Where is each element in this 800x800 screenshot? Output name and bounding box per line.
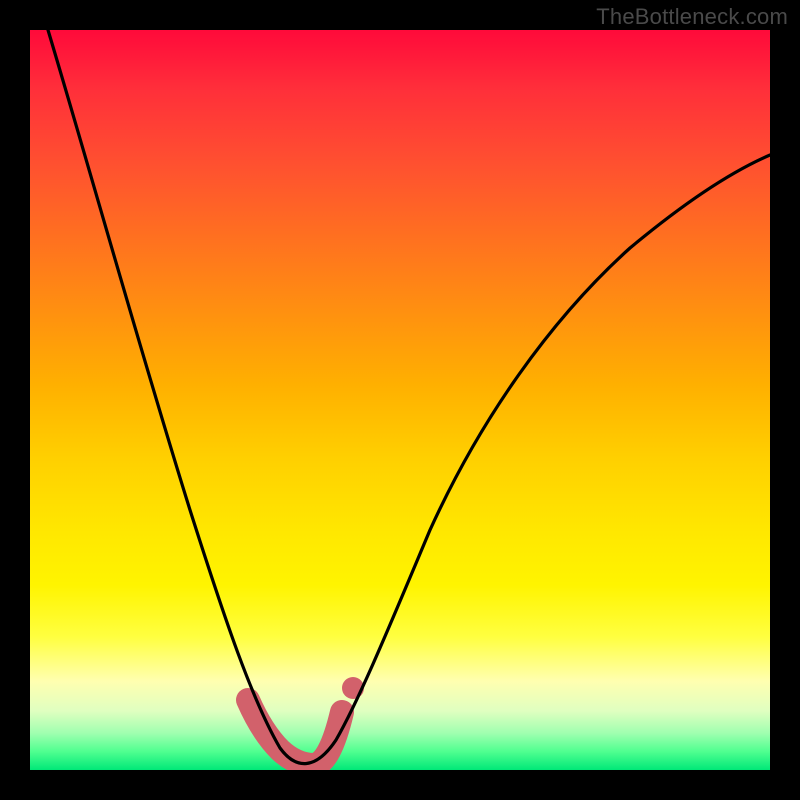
- chart-frame: TheBottleneck.com: [0, 0, 800, 800]
- bottleneck-curve-svg: [30, 30, 770, 770]
- plot-area: [30, 30, 770, 770]
- watermark-text: TheBottleneck.com: [596, 4, 788, 30]
- bottleneck-curve-path: [48, 30, 770, 764]
